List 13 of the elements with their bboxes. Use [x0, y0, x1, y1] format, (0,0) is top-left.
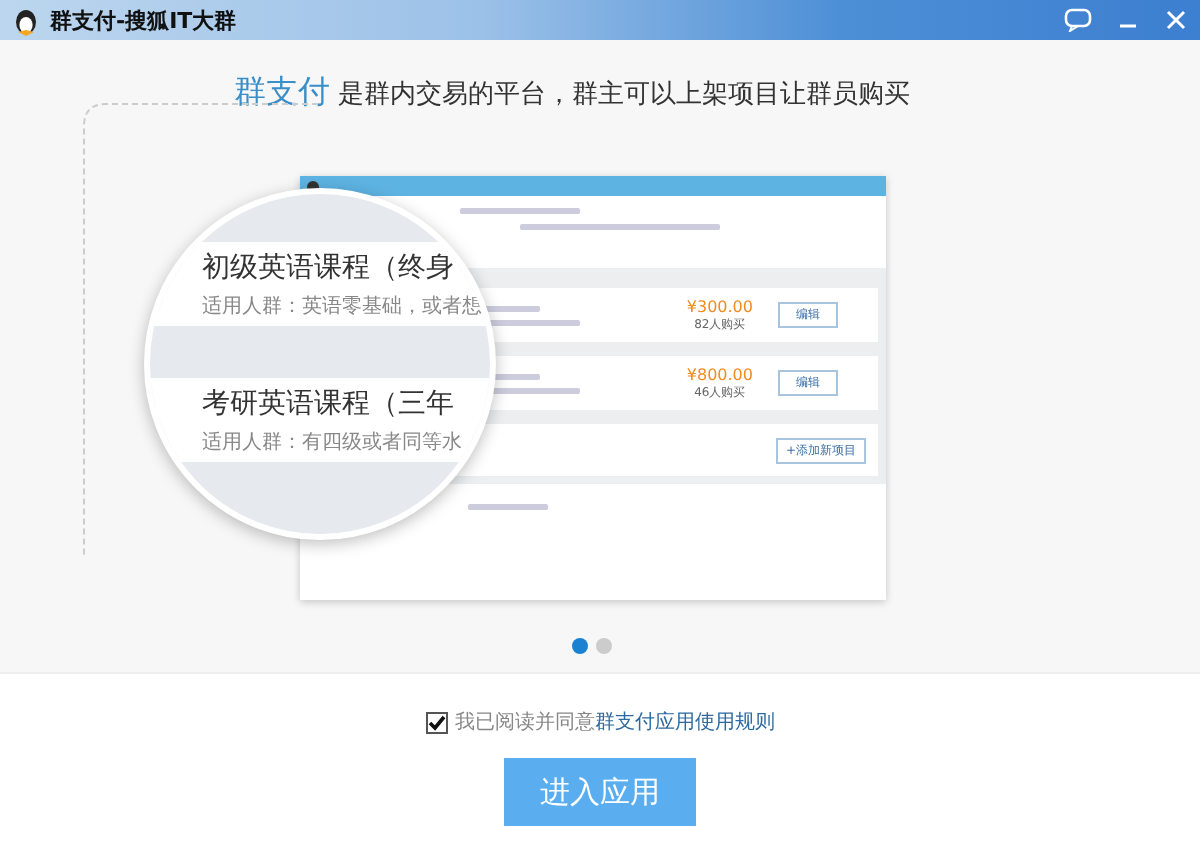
- rules-link[interactable]: 群支付应用使用规则: [595, 708, 775, 736]
- course-title: 考研英语课程（三年: [202, 385, 456, 421]
- chat-icon[interactable]: [1064, 8, 1092, 32]
- agree-checkbox[interactable]: [425, 711, 447, 733]
- price: ¥300.00: [686, 297, 753, 315]
- window-title: 群支付-搜狐IT大群: [50, 5, 237, 35]
- pager-dot[interactable]: [572, 638, 588, 654]
- course-title: 初级英语课程（终身: [202, 249, 456, 285]
- course-audience: 适用人群：有四级或者同等水: [202, 429, 464, 455]
- pager-dot[interactable]: [596, 638, 612, 654]
- close-icon[interactable]: [1164, 8, 1188, 32]
- price: ¥800.00: [686, 365, 753, 383]
- agreement-text: 我已阅读并同意: [455, 709, 595, 736]
